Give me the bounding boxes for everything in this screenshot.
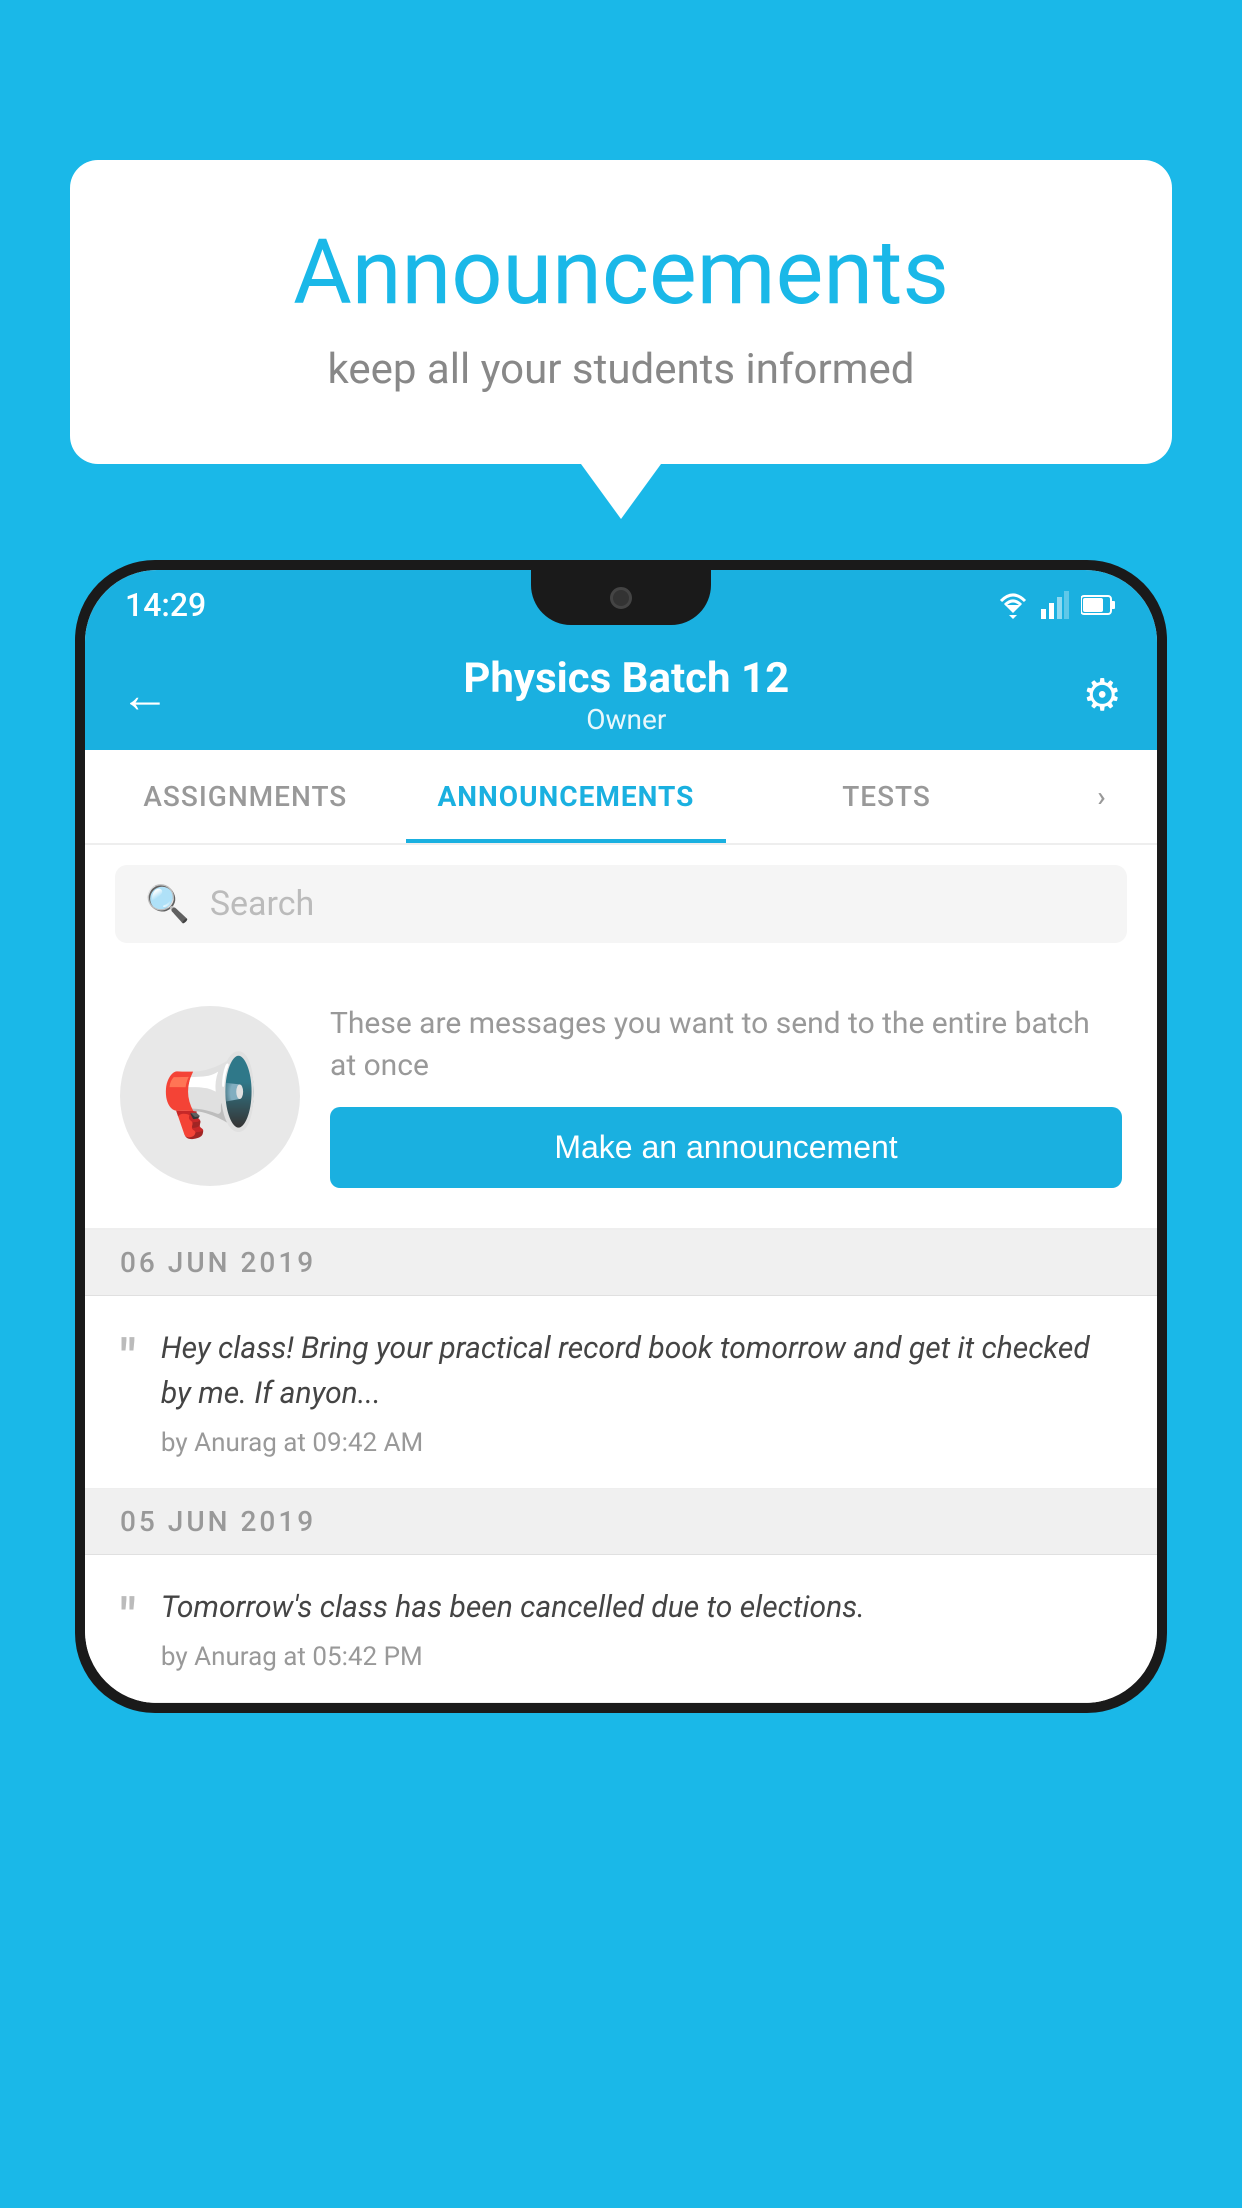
announcement-promo: 📢 These are messages you want to send to… bbox=[85, 963, 1157, 1230]
speech-bubble-title: Announcements bbox=[150, 220, 1092, 325]
speech-bubble: Announcements keep all your students inf… bbox=[70, 160, 1172, 464]
back-button[interactable]: ← bbox=[120, 666, 170, 725]
announcement-meta-2: by Anurag at 05:42 PM bbox=[161, 1642, 1122, 1672]
search-icon: 🔍 bbox=[145, 883, 190, 925]
tab-announcements[interactable]: ANNOUNCEMENTS bbox=[406, 750, 727, 843]
megaphone-icon: 📢 bbox=[160, 1049, 260, 1143]
tab-assignments[interactable]: ASSIGNMENTS bbox=[85, 750, 406, 843]
promo-description: These are messages you want to send to t… bbox=[330, 1003, 1122, 1087]
notch bbox=[531, 570, 711, 625]
speech-bubble-subtitle: keep all your students informed bbox=[150, 345, 1092, 394]
status-time: 14:29 bbox=[125, 586, 206, 624]
quote-icon-1: " bbox=[120, 1334, 136, 1384]
tabs-container: ASSIGNMENTS ANNOUNCEMENTS TESTS › bbox=[85, 750, 1157, 845]
announcement-content-2: Tomorrow's class has been cancelled due … bbox=[161, 1585, 1122, 1672]
signal-icon bbox=[1041, 591, 1069, 619]
settings-button[interactable]: ⚙ bbox=[1083, 669, 1122, 721]
tab-more[interactable]: › bbox=[1047, 750, 1157, 843]
phone-frame: 14:29 bbox=[75, 560, 1167, 1713]
search-placeholder: Search bbox=[210, 884, 314, 924]
front-camera bbox=[610, 587, 632, 609]
phone-container: 14:29 bbox=[75, 560, 1167, 2208]
status-icons bbox=[997, 591, 1117, 619]
battery-icon bbox=[1081, 594, 1117, 616]
speech-bubble-container: Announcements keep all your students inf… bbox=[70, 160, 1172, 519]
app-bar-subtitle: Owner bbox=[463, 703, 789, 736]
announcement-item-1[interactable]: " Hey class! Bring your practical record… bbox=[85, 1296, 1157, 1489]
make-announcement-button[interactable]: Make an announcement bbox=[330, 1107, 1122, 1188]
phone-screen: 14:29 bbox=[85, 570, 1157, 1703]
announcement-content-1: Hey class! Bring your practical record b… bbox=[161, 1326, 1122, 1458]
tab-tests[interactable]: TESTS bbox=[726, 750, 1047, 843]
search-container: 🔍 Search bbox=[85, 845, 1157, 963]
quote-icon-2: " bbox=[120, 1593, 136, 1643]
promo-right: These are messages you want to send to t… bbox=[330, 1003, 1122, 1188]
app-bar-title-section: Physics Batch 12 Owner bbox=[463, 654, 789, 736]
search-bar[interactable]: 🔍 Search bbox=[115, 865, 1127, 943]
wifi-icon bbox=[997, 591, 1029, 619]
date-separator-1: 06 JUN 2019 bbox=[85, 1230, 1157, 1296]
speech-bubble-arrow bbox=[581, 464, 661, 519]
date-separator-2: 05 JUN 2019 bbox=[85, 1489, 1157, 1555]
announcement-text-1: Hey class! Bring your practical record b… bbox=[161, 1326, 1122, 1416]
app-bar-title: Physics Batch 12 bbox=[463, 654, 789, 703]
announcement-item-2[interactable]: " Tomorrow's class has been cancelled du… bbox=[85, 1555, 1157, 1703]
announcement-text-2: Tomorrow's class has been cancelled due … bbox=[161, 1585, 1122, 1630]
announcement-meta-1: by Anurag at 09:42 AM bbox=[161, 1428, 1122, 1458]
status-bar: 14:29 bbox=[85, 570, 1157, 640]
app-bar: ← Physics Batch 12 Owner ⚙ bbox=[85, 640, 1157, 750]
promo-icon-circle: 📢 bbox=[120, 1006, 300, 1186]
